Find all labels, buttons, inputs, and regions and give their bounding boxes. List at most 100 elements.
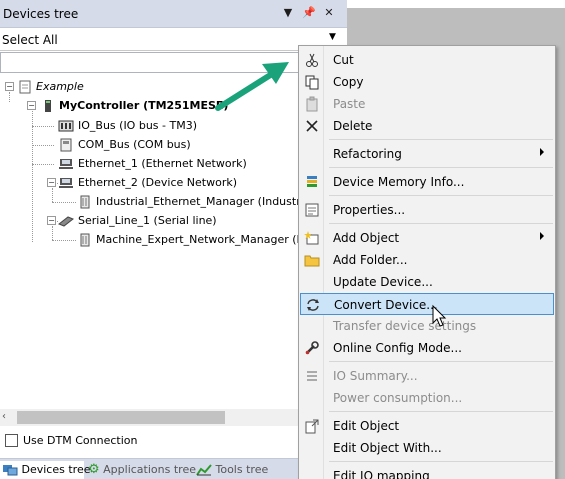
tree-connector xyxy=(52,188,53,202)
menu-item-label: Convert Device... xyxy=(334,298,438,312)
submenu-arrow-icon xyxy=(540,232,544,240)
menu-item-add-folder[interactable]: Add Folder... xyxy=(300,249,554,271)
paste-icon xyxy=(306,96,318,112)
tab-devices-tree[interactable]: Devices tree xyxy=(0,461,90,479)
collapse-toggle[interactable]: − xyxy=(47,178,56,187)
menu-item-properties[interactable]: Properties... xyxy=(300,199,554,221)
menu-item-device-memory-info[interactable]: Device Memory Info... xyxy=(300,171,554,193)
menu-item-delete[interactable]: Delete xyxy=(300,115,554,137)
tab-label: Devices tree xyxy=(21,463,91,476)
delete-icon xyxy=(306,120,318,132)
menu-item-label: Add Object xyxy=(333,231,400,245)
menu-item-edit-io-mapping[interactable]: Edit IO mapping xyxy=(300,465,554,479)
tree-node-ethernet-2[interactable]: Ethernet_2 (Device Network) xyxy=(58,174,237,192)
menu-item-label: Refactoring xyxy=(333,147,402,161)
panel-title: Devices tree xyxy=(3,7,79,21)
scroll-left-icon[interactable]: ‹ xyxy=(2,411,6,422)
tab-tools-tree[interactable]: Tools tree xyxy=(196,461,276,479)
tree-node-com-bus[interactable]: COM_Bus (COM bus) xyxy=(58,136,191,154)
tab-applications-tree[interactable]: ⚙ Applications tree xyxy=(88,461,196,479)
panel-title-bar: Devices tree ▼ 📌 ✕ xyxy=(0,0,347,28)
menu-item-label: Properties... xyxy=(333,203,406,217)
edit-icon xyxy=(305,419,319,434)
scrollbar-thumb[interactable] xyxy=(17,411,225,424)
add-object-icon xyxy=(304,231,319,245)
menu-item-copy[interactable]: Copy xyxy=(300,71,554,93)
collapse-toggle[interactable]: − xyxy=(27,101,36,110)
menu-item-label: Online Config Mode... xyxy=(333,341,462,355)
collapse-toggle[interactable]: − xyxy=(47,216,56,225)
menu-item-edit-object-with[interactable]: Edit Object With... xyxy=(300,437,554,459)
tree-node-label: COM_Bus (COM bus) xyxy=(78,138,191,151)
submenu-arrow-icon xyxy=(540,148,544,156)
chevron-down-icon[interactable]: ▼ xyxy=(329,32,336,42)
menu-item-add-object[interactable]: Add Object xyxy=(300,227,554,249)
collapse-toggle[interactable]: − xyxy=(5,82,14,91)
devices-tree-panel: Devices tree ▼ 📌 ✕ Select All ▼ − Exampl… xyxy=(0,0,347,479)
tree-node-label: Example xyxy=(36,80,84,93)
menu-item-cut[interactable]: Cut xyxy=(300,49,554,71)
copy-icon xyxy=(305,75,319,90)
manager-icon xyxy=(80,195,90,209)
serial-line-icon xyxy=(58,216,74,227)
devices-tree: − Example − MyController (TM251MESE) IO_… xyxy=(0,76,300,406)
menu-item-label: Edit Object xyxy=(333,419,400,433)
list-icon xyxy=(307,371,317,381)
tree-node-label: IO_Bus (IO bus - TM3) xyxy=(78,119,197,132)
filter-dropdown[interactable]: Select All ▼ xyxy=(0,29,347,51)
menu-separator xyxy=(329,461,553,462)
search-input[interactable] xyxy=(0,52,300,73)
close-icon[interactable]: ✕ xyxy=(322,6,336,20)
menu-item-label: Power consumption... xyxy=(333,391,463,405)
menu-item-label: Copy xyxy=(333,75,364,89)
menu-item-convert-device[interactable]: Convert Device... xyxy=(300,293,554,315)
tree-connector xyxy=(52,226,53,240)
menu-item-refactoring[interactable]: Refactoring xyxy=(300,143,554,165)
menu-separator xyxy=(329,167,553,168)
menu-item-io-summary[interactable]: IO Summary... xyxy=(300,365,554,387)
menu-separator xyxy=(329,139,553,140)
tree-connector xyxy=(32,164,54,165)
menu-item-paste[interactable]: Paste xyxy=(300,93,554,115)
menu-item-label: Edit Object With... xyxy=(333,441,442,455)
menu-item-label: Update Device... xyxy=(333,275,433,289)
pin-icon[interactable]: 📌 xyxy=(302,6,316,20)
tree-node-io-bus[interactable]: IO_Bus (IO bus - TM3) xyxy=(58,117,197,135)
tree-node-industrial-ethernet-manager[interactable]: Industrial_Ethernet_Manager (Industrial xyxy=(78,193,300,211)
tree-node-label: MyController (TM251MESE) xyxy=(59,99,229,112)
tree-connector xyxy=(32,126,54,127)
com-bus-icon xyxy=(60,138,72,152)
tree-node-label: Ethernet_2 (Device Network) xyxy=(78,176,238,189)
scissors-icon xyxy=(306,53,318,67)
tree-node-machine-expert-network-manager[interactable]: Machine_Expert_Network_Manager (Mac xyxy=(78,231,300,249)
tree-node-mycontroller[interactable]: MyController (TM251MESE) xyxy=(41,97,228,115)
convert-icon xyxy=(307,299,319,311)
tab-label: Applications tree xyxy=(103,463,196,476)
menu-item-label: Transfer device settings xyxy=(333,319,477,333)
menu-item-power-consumption[interactable]: Power consumption... xyxy=(300,387,554,409)
controller-icon xyxy=(45,100,51,112)
dtm-connection-row: Use DTM Connection xyxy=(0,428,300,454)
folder-icon xyxy=(304,255,320,267)
tree-node-serial-line-1[interactable]: Serial_Line_1 (Serial line) xyxy=(58,212,217,230)
dropdown-arrow-icon[interactable]: ▼ xyxy=(281,6,295,20)
network-icon xyxy=(59,178,73,188)
use-dtm-connection-checkbox[interactable] xyxy=(5,434,18,447)
menu-separator xyxy=(329,223,553,224)
io-bus-icon xyxy=(58,120,74,132)
menu-item-edit-object[interactable]: Edit Object xyxy=(300,415,554,437)
menu-item-update-device[interactable]: Update Device... xyxy=(300,271,554,293)
menu-item-label: Paste xyxy=(333,97,366,111)
tree-connector xyxy=(9,92,10,102)
tree-node-label: Ethernet_1 (Ethernet Network) xyxy=(78,157,247,170)
wrench-icon xyxy=(305,341,319,355)
horizontal-scrollbar[interactable]: ‹ xyxy=(0,409,300,426)
menu-separator xyxy=(329,361,553,362)
menu-item-transfer-device-settings[interactable]: Transfer device settings xyxy=(300,315,554,337)
menu-item-label: Delete xyxy=(333,119,373,133)
tree-node-example[interactable]: Example xyxy=(18,78,84,96)
devices-tree-icon xyxy=(3,465,18,476)
tree-node-ethernet-1[interactable]: Ethernet_1 (Ethernet Network) xyxy=(58,155,247,173)
menu-item-online-config-mode[interactable]: Online Config Mode... xyxy=(300,337,554,359)
menu-item-label: IO Summary... xyxy=(333,369,418,383)
